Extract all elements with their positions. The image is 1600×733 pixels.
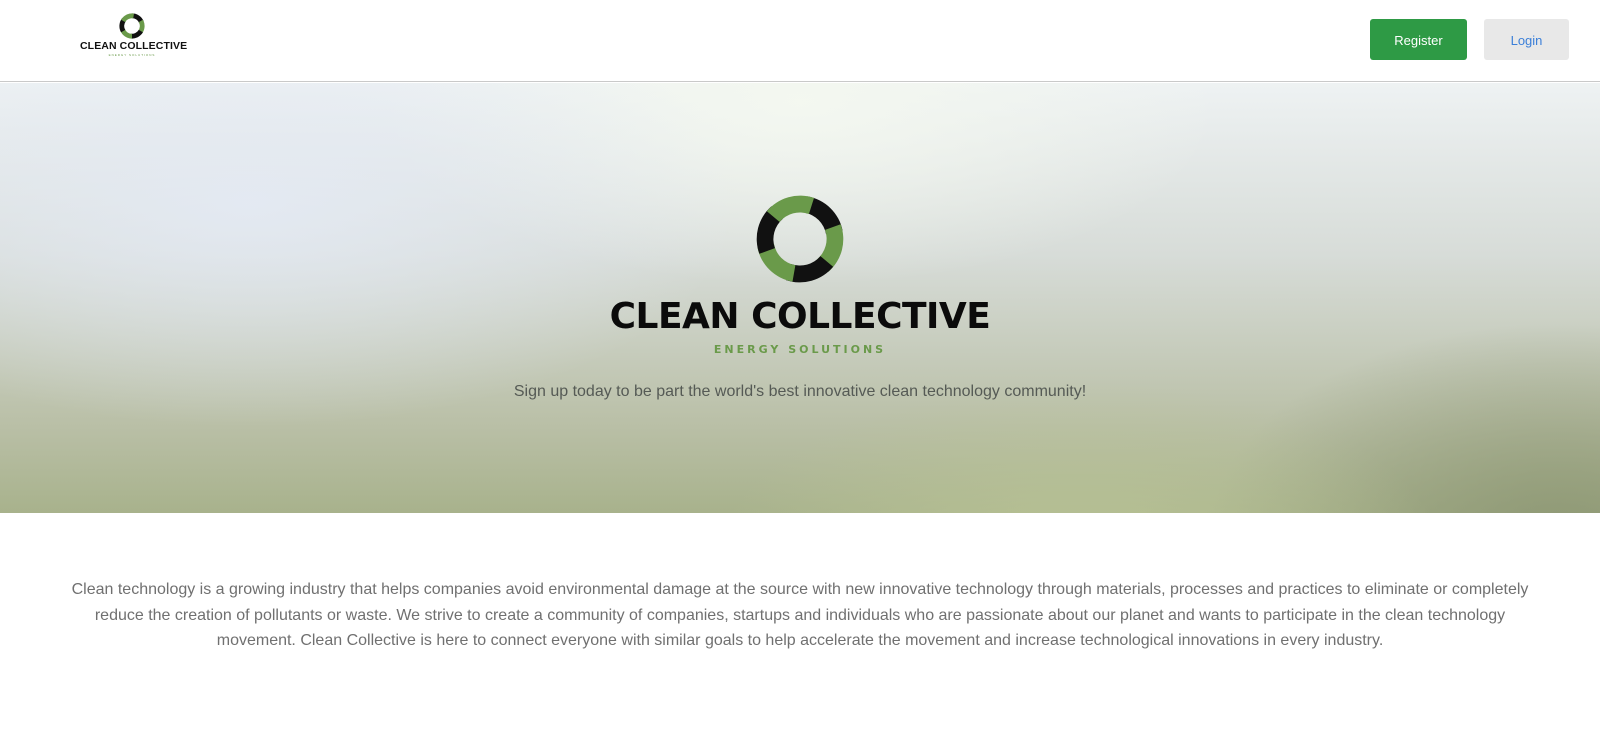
hero-subtitle: Sign up today to be part the world's bes…: [513, 383, 1087, 400]
hero-banner: CLEAN COLLECTIVE ENERGY SOLUTIONS Sign u…: [0, 83, 1600, 513]
hero-logo: [0, 193, 1600, 290]
swirl-logo-icon: [119, 13, 145, 39]
swirl-logo-icon: [756, 195, 844, 283]
header-logo[interactable]: CLEAN COLLECTIVE ENERGY SOLUTIONS: [80, 12, 188, 60]
header-brand-name: CLEAN COLLECTIVE: [80, 40, 188, 52]
hero-logo-tagline: ENERGY SOLUTIONS: [713, 343, 887, 356]
register-button[interactable]: Register: [1370, 19, 1467, 60]
hero-logo-title: CLEAN COLLECTIVE: [609, 296, 991, 337]
header-brand-tagline: ENERGY SOLUTIONS: [108, 53, 156, 57]
about-paragraph: Clean technology is a growing industry t…: [71, 581, 1529, 649]
login-button[interactable]: Login: [1484, 19, 1569, 60]
top-navbar: CLEAN COLLECTIVE ENERGY SOLUTIONS Regist…: [0, 0, 1600, 82]
